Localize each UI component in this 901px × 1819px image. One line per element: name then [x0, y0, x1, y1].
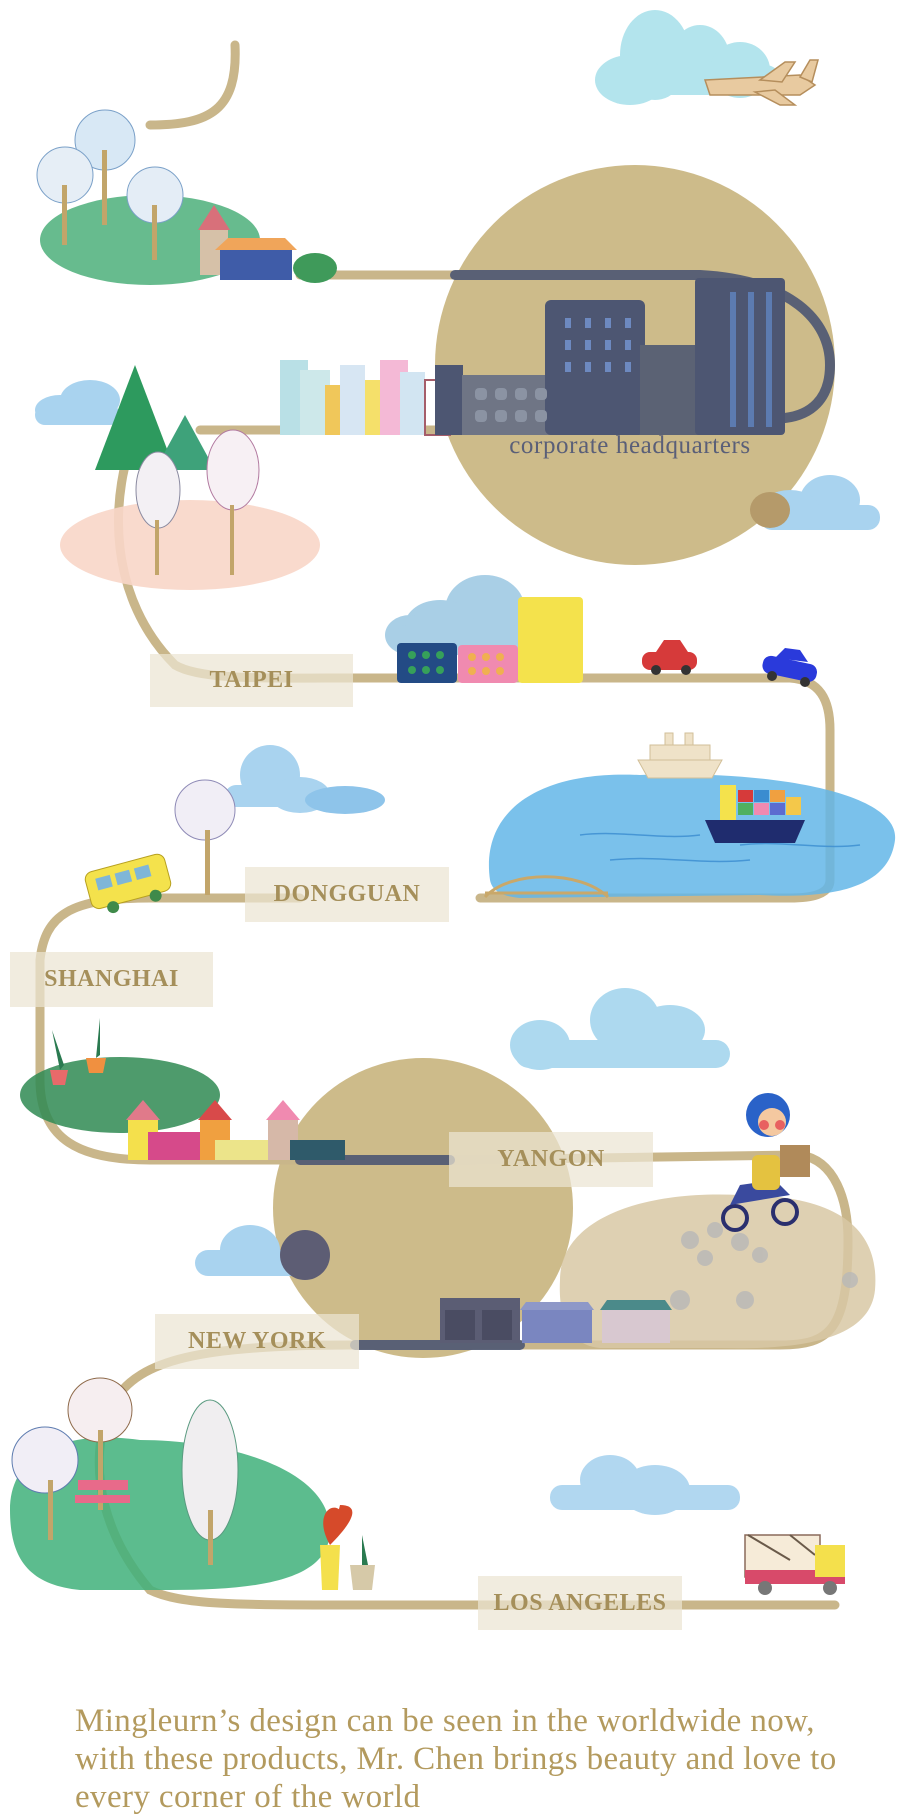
yellow-bus-illustration: [84, 853, 172, 914]
cloud-dongguan: [225, 745, 385, 814]
cruise-ship-illustration: [637, 732, 723, 779]
city-label-dongguan: DONGGUAN: [245, 867, 449, 922]
hq-caption: corporate headquarters: [509, 432, 751, 459]
cloud-center: [510, 988, 730, 1070]
red-car-illustration: [642, 640, 697, 675]
closing-paragraph: Mingleurn’s design can be seen in the wo…: [75, 1703, 837, 1815]
city-label-los-angeles: LOS ANGELES: [478, 1576, 682, 1630]
journey-illustration: [10, 10, 896, 1610]
dongguan-tree: [174, 779, 236, 895]
warehouses: [440, 1298, 672, 1343]
city-label-new-york: NEW YORK: [155, 1314, 359, 1369]
truck-illustration: [744, 1534, 845, 1595]
city-label-yangon: YANGON: [449, 1132, 653, 1187]
city-label-taipei: TAIPEI: [150, 654, 353, 707]
cloud-left-mid: [35, 380, 120, 425]
cloud-bottom: [550, 1455, 740, 1515]
top-left-park: [36, 109, 337, 285]
cloud-yangon-left: [195, 1225, 330, 1280]
city-label-shanghai: SHANGHAI: [10, 952, 213, 1007]
sea-area: [488, 774, 896, 898]
newyork-park: [10, 1377, 375, 1590]
